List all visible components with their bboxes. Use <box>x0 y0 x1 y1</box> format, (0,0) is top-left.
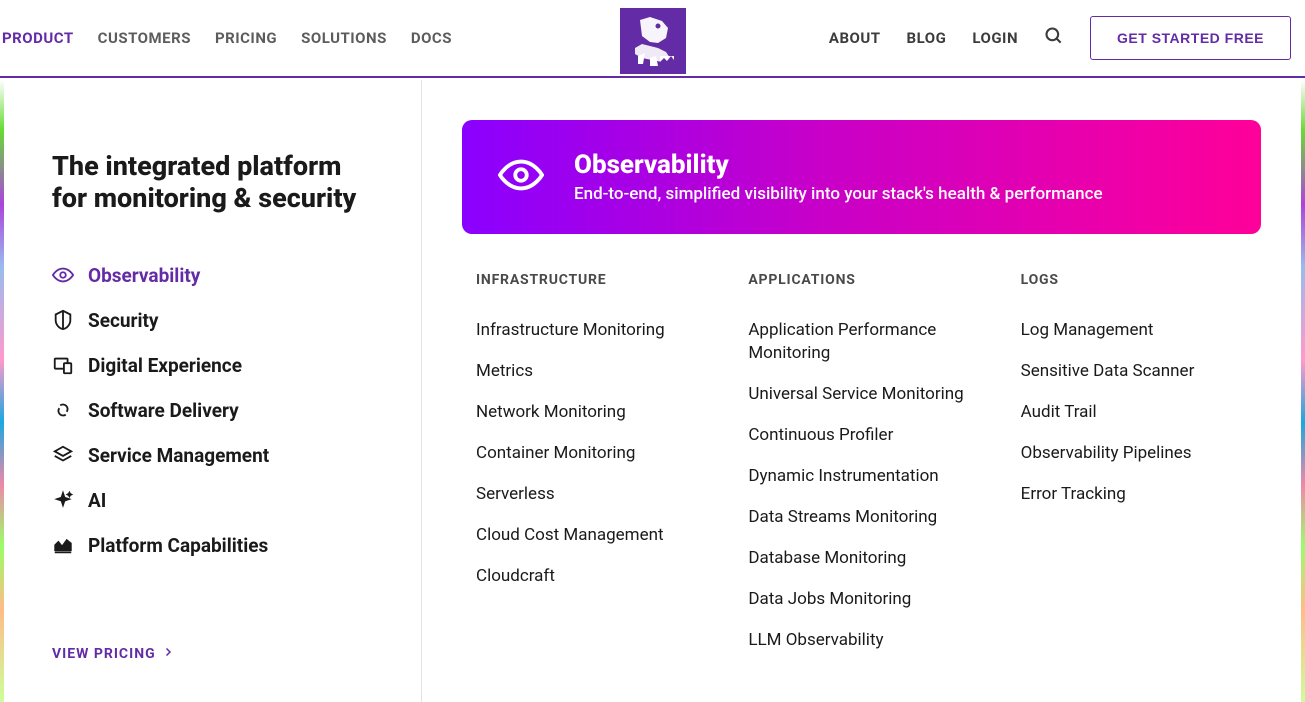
hero-text: Observability End-to-end, simplified vis… <box>574 150 1103 204</box>
nav-item-blog[interactable]: BLOG <box>907 0 947 76</box>
search-icon <box>1044 26 1064 50</box>
sidebar-item-label: Service Management <box>88 444 269 467</box>
view-pricing-link[interactable]: VIEW PRICING <box>52 646 381 662</box>
product-content: Observability End-to-end, simplified vis… <box>422 80 1301 702</box>
product-dropdown-panel: The integrated platform for monitoring &… <box>4 80 1301 702</box>
search-button[interactable] <box>1044 26 1064 50</box>
nav-item-docs[interactable]: DOCS <box>411 0 452 76</box>
nav-left-group: PRODUCT CUSTOMERS PRICING SOLUTIONS DOCS <box>0 0 452 76</box>
datadog-logo-icon <box>620 8 686 74</box>
column-logs: LOGS Log Management Sensitive Data Scann… <box>1021 272 1261 660</box>
link-database-monitoring[interactable]: Database Monitoring <box>748 538 988 579</box>
nav-item-customers[interactable]: CUSTOMERS <box>98 0 191 76</box>
link-metrics[interactable]: Metrics <box>476 351 716 392</box>
link-data-jobs-monitoring[interactable]: Data Jobs Monitoring <box>748 579 988 620</box>
column-infrastructure: INFRASTRUCTURE Infrastructure Monitoring… <box>476 272 716 660</box>
column-header: APPLICATIONS <box>748 272 988 288</box>
link-icon <box>52 399 74 421</box>
link-container-monitoring[interactable]: Container Monitoring <box>476 433 716 474</box>
sidebar-item-ai[interactable]: AI <box>52 478 381 523</box>
top-navigation: PRODUCT CUSTOMERS PRICING SOLUTIONS DOCS <box>0 0 1305 78</box>
link-application-performance-monitoring[interactable]: Application Performance Monitoring <box>748 310 988 374</box>
eye-icon <box>498 152 544 202</box>
link-universal-service-monitoring[interactable]: Universal Service Monitoring <box>748 374 988 415</box>
hero-subtitle: End-to-end, simplified visibility into y… <box>574 184 1103 204</box>
sidebar-item-label: Software Delivery <box>88 399 239 422</box>
nav-item-pricing[interactable]: PRICING <box>215 0 277 76</box>
product-columns: INFRASTRUCTURE Infrastructure Monitoring… <box>462 272 1261 660</box>
device-icon <box>52 354 74 376</box>
observability-hero-banner[interactable]: Observability End-to-end, simplified vis… <box>462 120 1261 234</box>
sidebar-item-software-delivery[interactable]: Software Delivery <box>52 388 381 433</box>
link-network-monitoring[interactable]: Network Monitoring <box>476 392 716 433</box>
nav-item-solutions[interactable]: SOLUTIONS <box>301 0 387 76</box>
view-pricing-label: VIEW PRICING <box>52 646 156 662</box>
sidebar-item-label: Digital Experience <box>88 354 242 377</box>
sidebar-item-platform-capabilities[interactable]: Platform Capabilities <box>52 523 381 568</box>
sidebar-item-observability[interactable]: Observability <box>52 253 381 298</box>
decorative-strip-right <box>1301 80 1305 702</box>
nav-item-about[interactable]: ABOUT <box>829 0 881 76</box>
link-infrastructure-monitoring[interactable]: Infrastructure Monitoring <box>476 310 716 351</box>
link-sensitive-data-scanner[interactable]: Sensitive Data Scanner <box>1021 351 1261 392</box>
hero-title: Observability <box>574 150 1103 180</box>
sidebar-item-service-management[interactable]: Service Management <box>52 433 381 478</box>
sidebar-item-label: Platform Capabilities <box>88 534 268 557</box>
sidebar-item-label: Observability <box>88 264 200 287</box>
link-log-management[interactable]: Log Management <box>1021 310 1261 351</box>
sidebar-heading: The integrated platform for monitoring &… <box>52 150 381 215</box>
product-sidebar: The integrated platform for monitoring &… <box>4 80 422 702</box>
link-cloud-cost-management[interactable]: Cloud Cost Management <box>476 515 716 556</box>
get-started-button[interactable]: GET STARTED FREE <box>1090 16 1291 60</box>
brand-logo[interactable] <box>620 8 686 74</box>
link-data-streams-monitoring[interactable]: Data Streams Monitoring <box>748 497 988 538</box>
link-continuous-profiler[interactable]: Continuous Profiler <box>748 415 988 456</box>
link-cloudcraft[interactable]: Cloudcraft <box>476 556 716 597</box>
column-header: INFRASTRUCTURE <box>476 272 716 288</box>
sidebar-item-security[interactable]: Security <box>52 298 381 343</box>
nav-right-group: ABOUT BLOG LOGIN GET STARTED FREE <box>829 0 1301 76</box>
nav-item-product[interactable]: PRODUCT <box>2 0 74 76</box>
shield-icon <box>52 309 74 331</box>
column-applications: APPLICATIONS Application Performance Mon… <box>748 272 988 660</box>
column-header: LOGS <box>1021 272 1261 288</box>
sparkle-icon <box>52 489 74 511</box>
sidebar-item-label: Security <box>88 309 158 332</box>
nav-item-login[interactable]: LOGIN <box>972 0 1018 76</box>
link-observability-pipelines[interactable]: Observability Pipelines <box>1021 433 1261 474</box>
eye-icon <box>52 264 74 286</box>
sidebar-item-label: AI <box>88 489 106 512</box>
link-error-tracking[interactable]: Error Tracking <box>1021 474 1261 515</box>
stack-icon <box>52 444 74 466</box>
link-dynamic-instrumentation[interactable]: Dynamic Instrumentation <box>748 456 988 497</box>
link-llm-observability[interactable]: LLM Observability <box>748 620 988 661</box>
chart-icon <box>52 534 74 556</box>
link-audit-trail[interactable]: Audit Trail <box>1021 392 1261 433</box>
link-serverless[interactable]: Serverless <box>476 474 716 515</box>
sidebar-item-digital-experience[interactable]: Digital Experience <box>52 343 381 388</box>
chevron-right-icon <box>162 646 174 662</box>
